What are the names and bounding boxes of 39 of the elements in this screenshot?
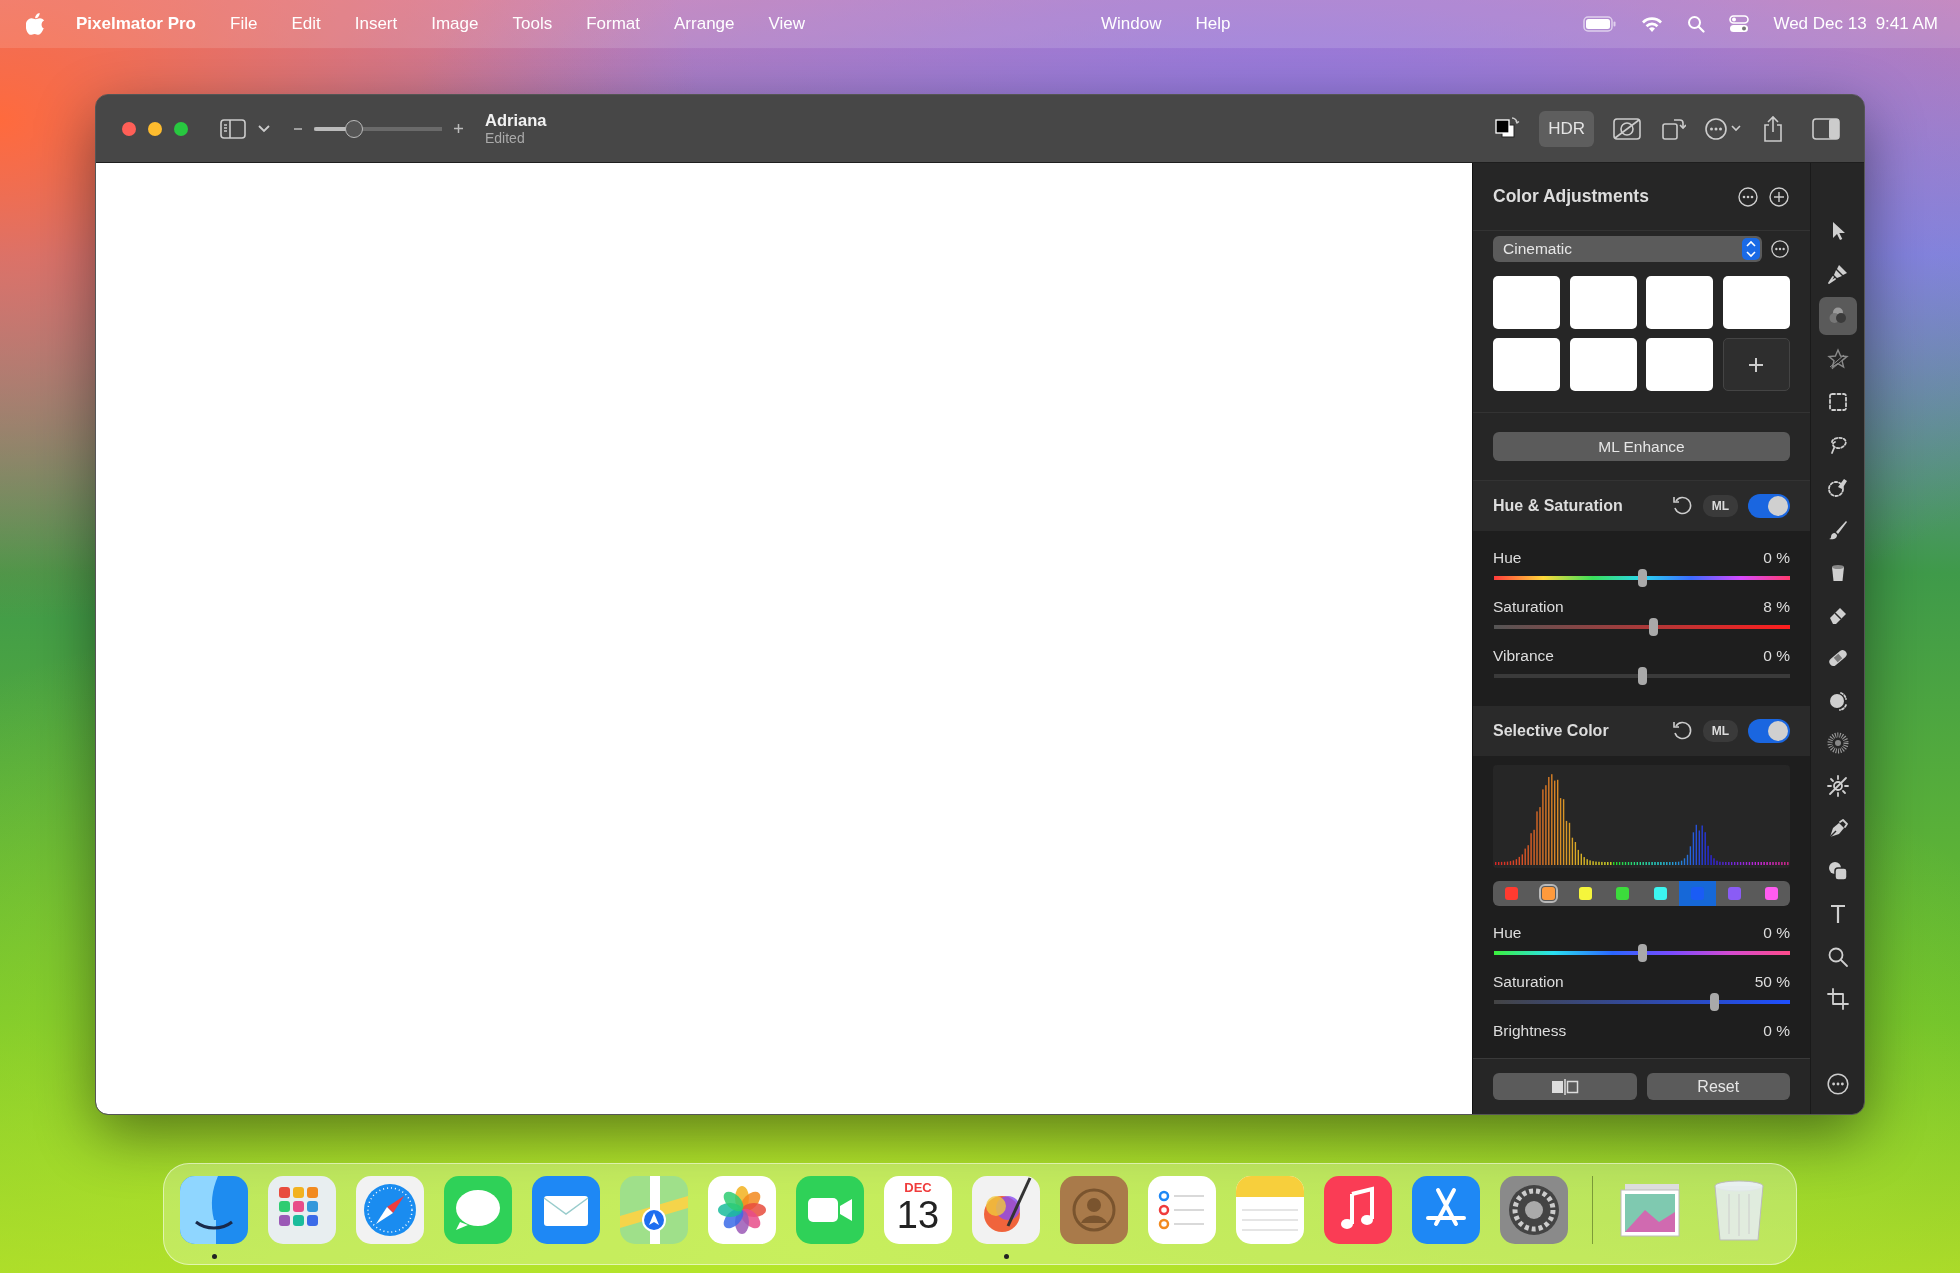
slider-value: 0 % bbox=[1763, 549, 1790, 567]
menu-item[interactable]: File bbox=[230, 10, 258, 38]
slider-label: Vibrance bbox=[1493, 647, 1554, 665]
menu-item[interactable]: Window bbox=[1101, 10, 1162, 38]
slider-label: Brightness bbox=[1493, 1022, 1567, 1040]
ml-button[interactable]: ML bbox=[1702, 720, 1738, 742]
slider-value: 0 % bbox=[1763, 647, 1790, 665]
hdr-button[interactable]: HDR bbox=[1539, 110, 1594, 147]
menu-item[interactable]: View bbox=[768, 10, 806, 38]
slider-label: Hue bbox=[1493, 924, 1522, 942]
panel-title: Color Adjustments bbox=[1493, 186, 1649, 207]
menu-item[interactable]: Tools bbox=[512, 10, 553, 38]
menu-item[interactable]: Insert bbox=[354, 10, 398, 38]
app-menu[interactable]: Pixelmator Pro bbox=[76, 10, 196, 38]
menu-item[interactable]: Help bbox=[1195, 10, 1231, 38]
menu-clock[interactable]: 9:41 AM bbox=[1875, 14, 1938, 34]
menu-item[interactable]: Arrange bbox=[674, 10, 735, 38]
menu-date[interactable]: Wed Dec 13 bbox=[1773, 14, 1867, 34]
section-title: Hue & Saturation bbox=[1493, 497, 1624, 515]
slider-label: Hue bbox=[1493, 549, 1522, 567]
menu-item[interactable]: Edit bbox=[291, 10, 321, 38]
calendar-icon[interactable]: DEC 13 bbox=[884, 1176, 952, 1244]
calendar-month: DEC bbox=[904, 1180, 932, 1195]
calendar-day: 13 bbox=[896, 1195, 940, 1235]
menu-item[interactable]: Format bbox=[586, 10, 640, 38]
document-status: Edited bbox=[485, 130, 526, 146]
ml-enhance-button[interactable]: ML Enhance bbox=[1493, 432, 1790, 461]
slider-value: 0 % bbox=[1763, 924, 1790, 942]
reset-button[interactable]: Reset bbox=[1646, 1073, 1790, 1100]
menu-item[interactable]: Image bbox=[431, 10, 479, 38]
slider-value: 8 % bbox=[1763, 598, 1790, 616]
slider-value: 50 % bbox=[1754, 973, 1790, 991]
preset-dropdown[interactable]: Cinematic bbox=[1493, 236, 1762, 262]
slider-value: 0 % bbox=[1763, 1022, 1790, 1040]
slider-label: Saturation bbox=[1493, 598, 1564, 616]
slider-label: Saturation bbox=[1493, 973, 1564, 991]
section-title: Selective Color bbox=[1493, 722, 1610, 740]
ml-button[interactable]: ML bbox=[1702, 495, 1738, 517]
document-title: Adriana bbox=[485, 111, 547, 130]
